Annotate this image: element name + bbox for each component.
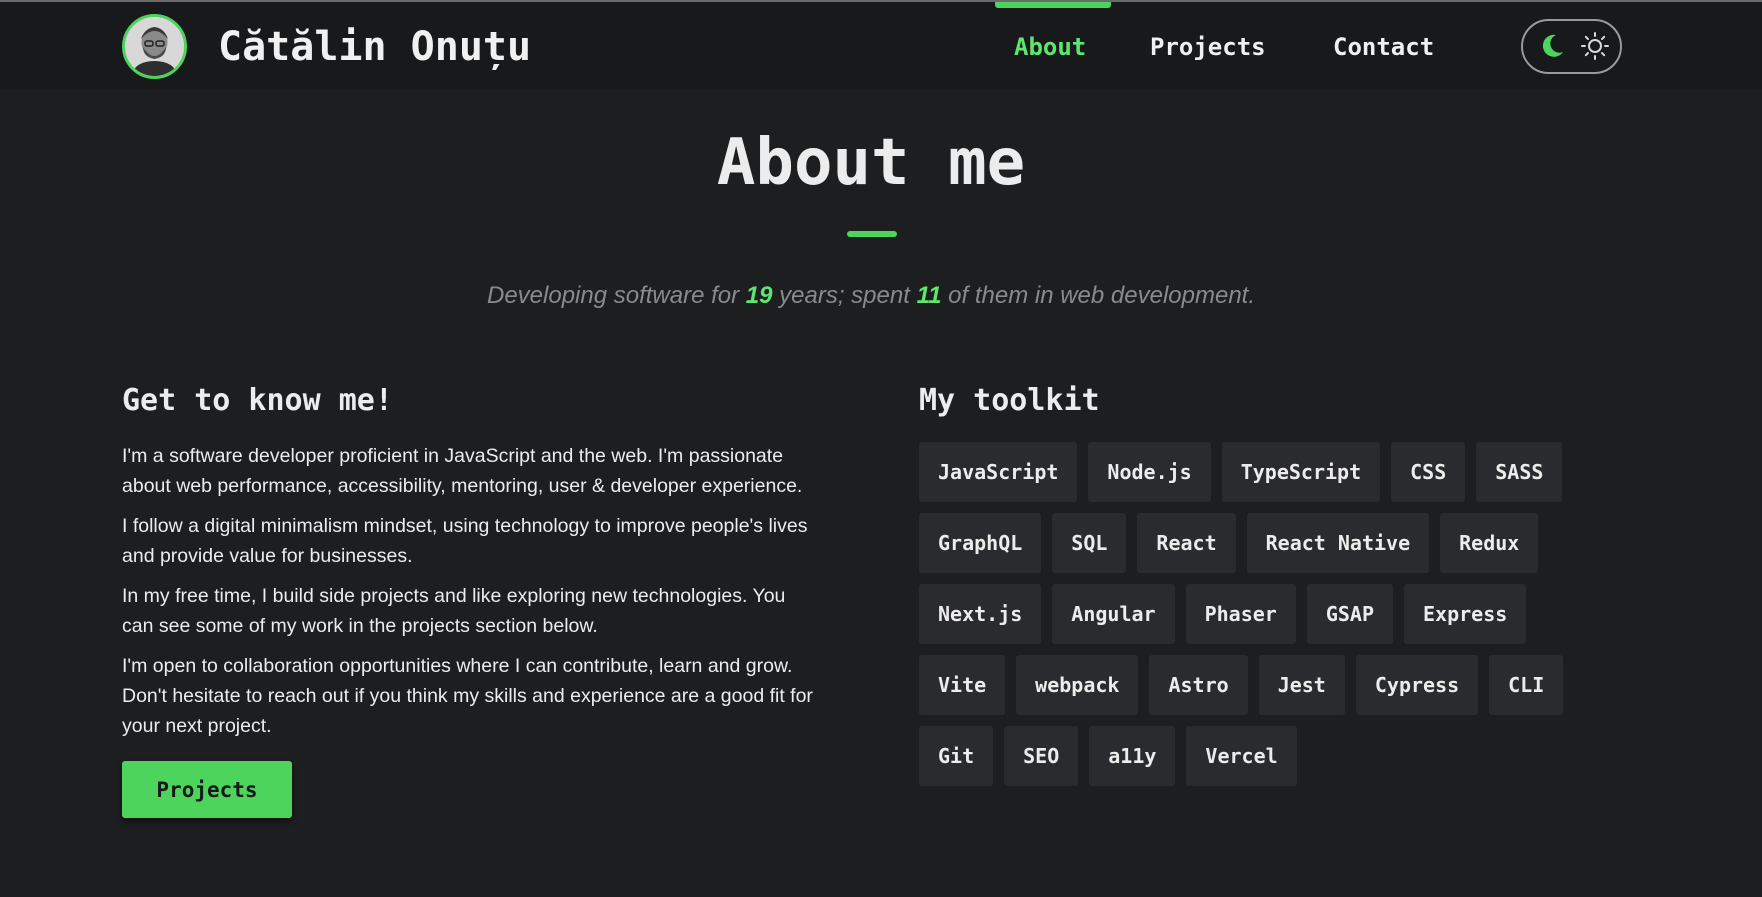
tool-tag: CLI (1489, 655, 1564, 715)
toolkit-row: Git SEO a11y Vercel (919, 726, 1619, 786)
tool-tag: SQL (1052, 513, 1127, 573)
subtitle-text-3: of them in web development. (941, 282, 1255, 309)
about-paragraph: I follow a digital minimalism mindset, u… (122, 515, 808, 567)
tool-tag: Angular (1052, 584, 1175, 644)
tool-tag: Phaser (1185, 584, 1296, 644)
projects-button[interactable]: Projects (122, 761, 292, 818)
tool-tag: GSAP (1306, 584, 1394, 644)
toolkit-row: Vite webpack Astro Jest Cypress CLI (919, 655, 1619, 715)
tool-tag: React Native (1246, 513, 1430, 573)
theme-toggle[interactable] (1521, 19, 1622, 74)
nav-link-contact[interactable]: Contact (1333, 33, 1434, 61)
know-me-heading: Get to know me! (122, 383, 393, 418)
toolkit-row: JavaScript Node.js TypeScript CSS SASS (919, 442, 1619, 502)
tool-tag: SASS (1476, 442, 1563, 502)
active-nav-indicator (995, 2, 1111, 8)
tool-tag: Git (919, 726, 994, 786)
site-title[interactable]: Cătălin Onuțu (218, 24, 531, 70)
page-title: About me (716, 126, 1026, 200)
tool-tag: CSS (1391, 442, 1466, 502)
about-paragraph: In my free time, I build side projects a… (122, 585, 786, 637)
tool-tag: JavaScript (919, 442, 1078, 502)
subtitle-text-2: years; spent (772, 282, 917, 309)
toolkit-row: GraphQL SQL React React Native Redux (919, 513, 1619, 573)
tool-tag: webpack (1016, 655, 1139, 715)
title-underline (847, 231, 897, 237)
nav-link-projects[interactable]: Projects (1150, 33, 1266, 61)
subtitle-text-1: Developing software for (486, 282, 746, 309)
toolkit-heading: My toolkit (919, 383, 1100, 418)
tool-tag: React (1137, 513, 1236, 573)
toolkit-row: Next.js Angular Phaser GSAP Express (919, 584, 1619, 644)
nav-link-about[interactable]: About (1014, 33, 1086, 61)
tool-tag: Jest (1258, 655, 1345, 715)
tool-tag: Redux (1440, 513, 1539, 573)
years-web: 11 (916, 282, 942, 309)
tool-tag: GraphQL (919, 513, 1042, 573)
tool-tag: Vercel (1186, 726, 1297, 786)
tool-tag: Vite (919, 655, 1006, 715)
site-header: Cătălin Onuțu About Projects Contact (0, 2, 1762, 90)
avatar-photo (125, 17, 184, 76)
tool-tag: TypeScript (1221, 442, 1381, 502)
about-subtitle: Developing software for 19 years; spent … (0, 282, 1742, 310)
moon-icon (1542, 34, 1563, 57)
tool-tag: Next.js (919, 584, 1042, 644)
avatar[interactable] (122, 14, 187, 79)
about-paragraph: I'm open to collaboration opportunities … (122, 655, 813, 737)
tool-tag: a11y (1089, 726, 1176, 786)
years-total: 19 (745, 282, 773, 309)
tool-tag: Cypress (1355, 655, 1479, 715)
about-paragraph: I'm a software developer proficient in J… (122, 445, 803, 497)
tool-tag: Node.js (1088, 442, 1211, 502)
sun-icon (1581, 32, 1609, 60)
tool-tag: Astro (1149, 655, 1248, 715)
tool-tag: Express (1404, 584, 1527, 644)
tool-tag: SEO (1004, 726, 1079, 786)
toolkit-list: JavaScript Node.js TypeScript CSS SASS G… (919, 442, 1619, 797)
